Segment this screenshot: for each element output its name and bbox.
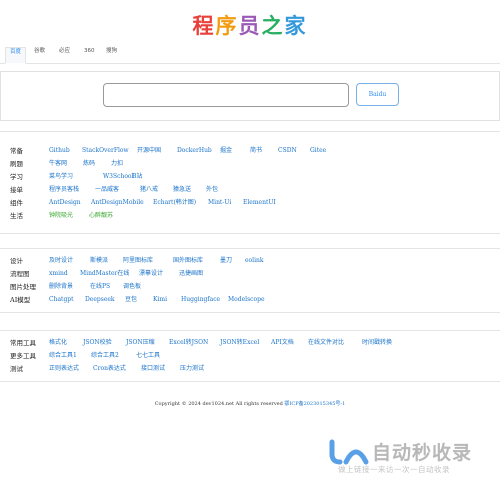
site-link[interactable]: Chatgpt (49, 294, 74, 306)
site-link[interactable]: 七七工具 (136, 350, 160, 362)
tab-search-engine[interactable]: 百度 (5, 47, 27, 64)
site-link[interactable]: W3School (103, 171, 133, 183)
tab-search-engine[interactable]: 360 (80, 47, 99, 64)
site-link[interactable]: AntDesign (49, 197, 81, 209)
row-label: 更多工具 (10, 352, 36, 360)
site-link[interactable]: Cron表达式 (93, 363, 126, 375)
watermark-title: 自动秒收录 (372, 442, 473, 464)
row-label: 流程图 (10, 270, 30, 278)
site-link[interactable]: 及时设计 (49, 255, 73, 267)
site-link[interactable]: 删除背景 (49, 281, 73, 293)
site-link[interactable]: Mint-Ui (208, 197, 231, 209)
site-link[interactable]: DockerHub (177, 145, 212, 157)
site-link[interactable]: AntDesignMobile (91, 197, 144, 209)
site-link[interactable]: 钟院吸光 (49, 210, 73, 222)
site-link[interactable]: 外包 (206, 184, 218, 196)
site-link[interactable]: 菜鸟学习 (49, 171, 73, 183)
logo-char: 员 (238, 14, 262, 38)
site-link[interactable]: API文档 (271, 337, 294, 349)
tab-search-engine[interactable]: 必应 (55, 47, 74, 64)
site-link[interactable]: 综合工具1 (49, 350, 77, 362)
site-link[interactable]: Github (49, 145, 70, 157)
site-link[interactable]: 牛客网 (49, 158, 67, 170)
site-link[interactable]: Deepseek (85, 294, 115, 306)
site-link[interactable]: JSON压缩 (126, 337, 155, 349)
site-link[interactable]: 简书 (250, 145, 262, 157)
site-link[interactable]: JSON校验 (83, 337, 112, 349)
site-link[interactable]: Modelscope (228, 294, 265, 306)
row-label: AI模型 (10, 296, 31, 304)
row-label: 刷题 (10, 160, 23, 168)
site-link[interactable]: StackOverFlow (82, 145, 129, 157)
site-link[interactable]: 格式化 (49, 337, 67, 349)
site-link[interactable]: B站 (132, 171, 142, 183)
site-link[interactable]: 调色板 (123, 281, 141, 293)
row-label: 学习 (10, 173, 23, 181)
row-label: 常用工具 (10, 339, 36, 347)
site-link[interactable]: 墨刀 (220, 255, 232, 267)
site-link[interactable]: 综合工具2 (91, 350, 119, 362)
site-link[interactable]: 在线PS (90, 281, 110, 293)
site-link[interactable]: Huggingface (181, 294, 220, 306)
logo-char: 程 (192, 14, 216, 38)
site-link[interactable]: xmind (49, 268, 68, 280)
site-link[interactable]: 在线文件对比 (308, 337, 344, 349)
site-link[interactable]: Kimi (153, 294, 167, 306)
site-link[interactable]: JSON转Excel (220, 337, 259, 349)
row-label: 设计 (10, 257, 23, 265)
site-link[interactable]: Gitee (310, 145, 326, 157)
row-label: 组件 (10, 199, 23, 207)
row-label: 测试 (10, 365, 23, 373)
tab-search-engine[interactable]: 谷歌 (30, 47, 49, 64)
site-link[interactable]: eolink (245, 255, 264, 267)
site-link[interactable]: 炼码 (83, 158, 95, 170)
site-logo: 程序员之家 (0, 10, 500, 40)
logo-char: 序 (215, 14, 239, 38)
site-link[interactable]: 斯模派 (90, 255, 108, 267)
site-link[interactable]: 国外图标库 (173, 255, 203, 267)
row-label: 常备 (10, 147, 23, 155)
site-link[interactable]: 猪八戒 (140, 184, 158, 196)
links-section-design: 设计 及时设计 斯模派 阿里图标库 国外图标库 墨刀 eolink 流程图 xmind MindM… (0, 248, 500, 313)
row-label: 接单 (10, 186, 23, 194)
site-link[interactable]: 漂摹设计 (139, 268, 163, 280)
search-engine-tabs: 百度 谷歌 必应 360 搜狗 (0, 42, 500, 64)
footer: Copyright © 2024 dev1024.net All rights … (0, 400, 500, 407)
copyright-text: Copyright © 2024 dev1024.net All rights … (154, 401, 283, 407)
site-link[interactable]: 正则表达式 (49, 363, 79, 375)
search-input[interactable] (103, 83, 349, 107)
site-link[interactable]: 力扣 (111, 158, 123, 170)
logo-char: 之 (261, 14, 285, 38)
site-link[interactable]: 掘金 (220, 145, 232, 157)
logo-char: 家 (284, 14, 308, 38)
links-section-dev: 常备 Github StackOverFlow 开源中国 DockerHub 掘金 简书 CS… (0, 131, 500, 234)
links-section-tools: 常用工具 格式化 JSON校验 JSON压缩 Excel转JSON JSON转Excel A… (0, 330, 500, 382)
tab-search-engine[interactable]: 搜狗 (102, 47, 121, 64)
site-link[interactable]: 猿急送 (173, 184, 191, 196)
site-link[interactable]: 阿里图标库 (123, 255, 153, 267)
site-link[interactable]: 迅捷画图 (179, 268, 203, 280)
site-link[interactable]: ElementUI (243, 197, 276, 209)
site-link[interactable]: 压力测试 (180, 363, 204, 375)
site-link[interactable]: MindMaster在线 (80, 268, 129, 280)
site-link[interactable]: 时间戳转换 (362, 337, 392, 349)
site-link[interactable]: 一品威客 (95, 184, 119, 196)
watermark-logo-icon (329, 439, 369, 465)
watermark: 自动秒收录 做上链接一来访一次一自动收录 (328, 438, 493, 478)
site-link[interactable]: Echart(韩计图) (153, 197, 196, 209)
watermark-subtitle: 做上链接一来访一次一自动收录 (338, 465, 450, 474)
row-label: 生活 (10, 212, 23, 220)
icp-link[interactable]: 鄂ICP备2023015345号-1 (284, 401, 345, 407)
site-link[interactable]: CSDN (278, 145, 297, 157)
site-link[interactable]: 程序员客栈 (49, 184, 79, 196)
row-label: 图片处理 (10, 283, 36, 291)
site-link[interactable]: 豆包 (125, 294, 137, 306)
site-link[interactable]: 接口测试 (141, 363, 165, 375)
search-panel: Baidu (0, 71, 500, 121)
search-button[interactable]: Baidu (356, 83, 399, 106)
site-link[interactable]: 开源中国 (137, 145, 161, 157)
site-link[interactable]: Excel转JSON (169, 337, 208, 349)
site-link[interactable]: 心醉靓苏 (89, 210, 113, 222)
